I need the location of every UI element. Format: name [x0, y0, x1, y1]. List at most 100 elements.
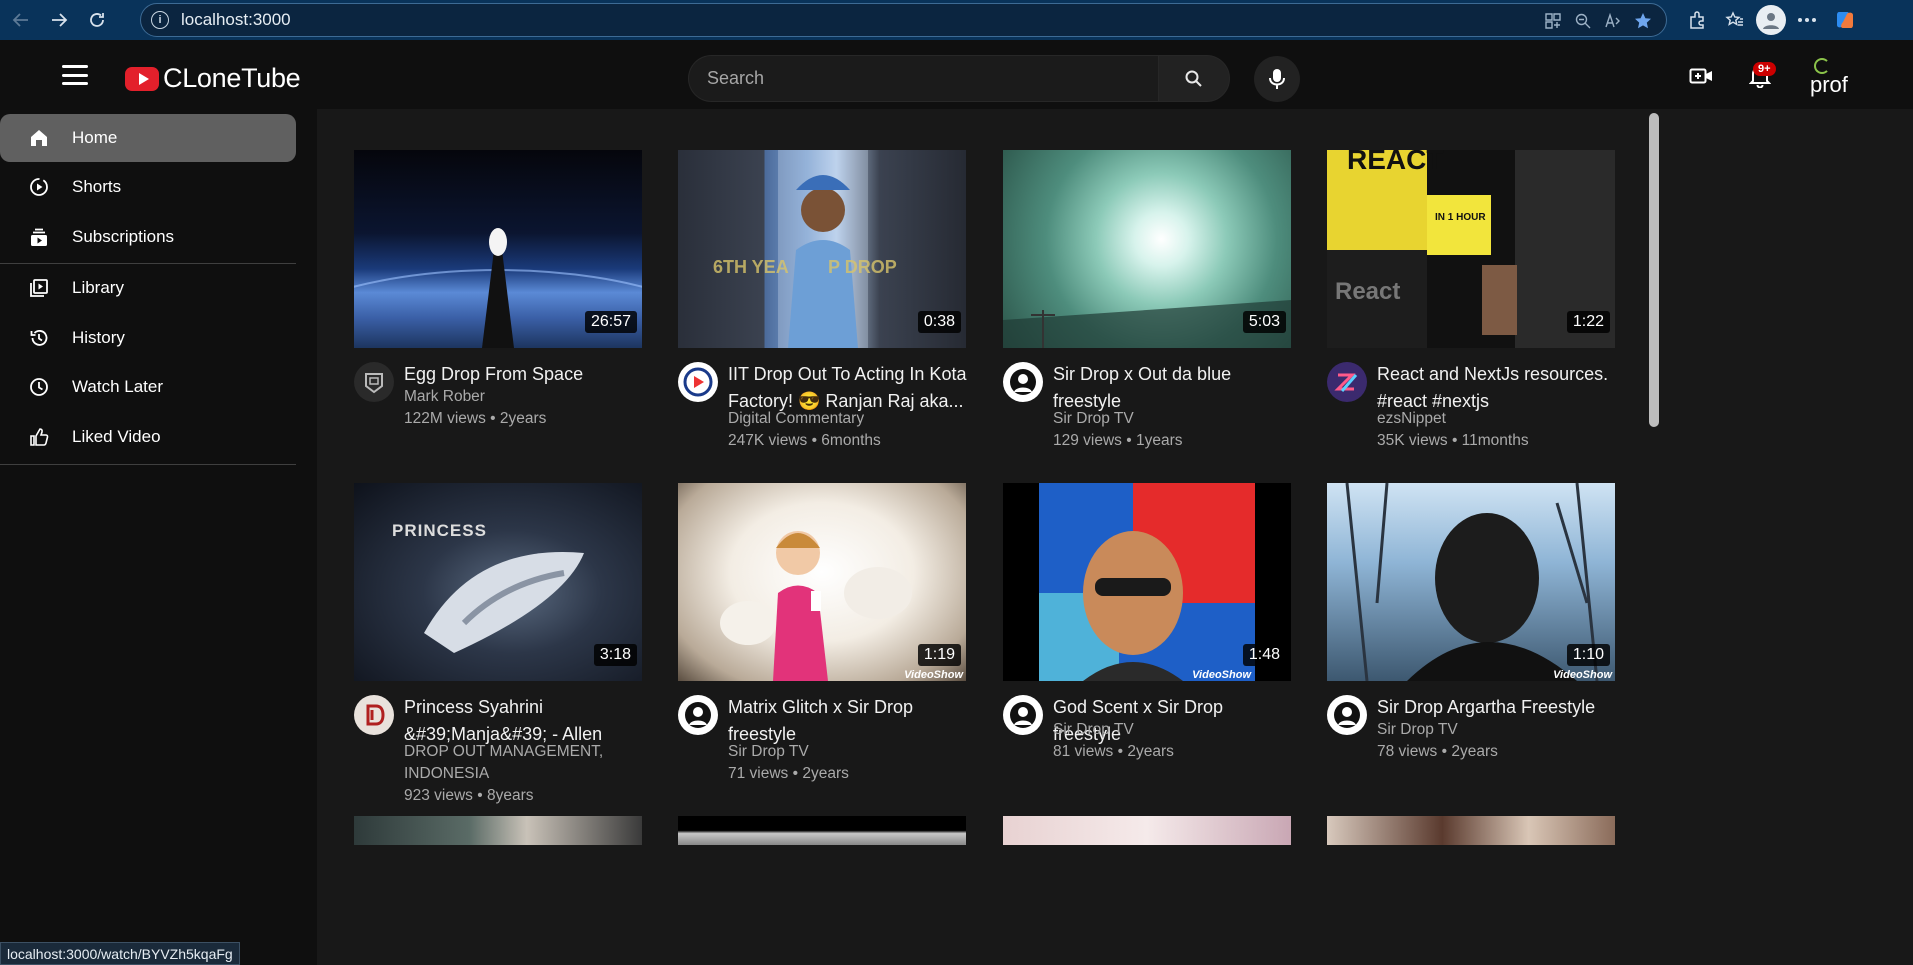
video-thumbnail[interactable]: 1:48 VideoShow [1003, 483, 1291, 681]
channel-name[interactable]: Sir Drop TV [1377, 719, 1617, 741]
channel-name[interactable]: Sir Drop TV [1053, 719, 1293, 741]
video-card[interactable]: PRINCESS 3:18 Princess Syahrini &#39;Man… [354, 483, 642, 804]
video-card[interactable]: 6TH YEA P DROP 0:38 IIT Drop Out To Acti… [678, 150, 968, 449]
video-card[interactable]: 1:48 VideoShow God Scent x Sir Drop free… [1003, 483, 1291, 771]
voice-search-button[interactable] [1254, 56, 1300, 102]
channel-avatar[interactable] [354, 362, 394, 402]
site-info-icon[interactable]: i [151, 11, 169, 29]
video-thumbnail-partial[interactable] [678, 816, 966, 845]
channel-avatar[interactable] [354, 695, 394, 735]
video-title[interactable]: Matrix Glitch x Sir Drop freestyle [728, 694, 970, 748]
sidebar-item-watch-later[interactable]: Watch Later [0, 363, 296, 411]
sidebar-item-label: Watch Later [72, 377, 164, 396]
channel-name[interactable]: Sir Drop TV [1053, 408, 1293, 430]
video-duration: 1:22 [1566, 311, 1610, 333]
thumbnail-caption: IN 1 HOUR [1435, 212, 1486, 223]
video-card[interactable]: 5:03 Sir Drop x Out da blue freestyle Si… [1003, 150, 1293, 449]
app-header: CLoneTube [0, 40, 1913, 109]
video-title[interactable]: Sir Drop Argartha Freestyle [1377, 694, 1619, 721]
extensions-icon[interactable] [1680, 3, 1714, 37]
video-thumbnail[interactable]: 26:57 [354, 150, 642, 348]
video-thumbnail-partial[interactable] [354, 816, 642, 845]
back-icon[interactable] [4, 3, 38, 37]
channel-avatar[interactable] [1003, 362, 1043, 402]
copilot-icon[interactable] [1828, 3, 1862, 37]
video-stats: 81 views • 2years [1053, 743, 1174, 760]
video-thumbnail-partial[interactable] [1003, 816, 1291, 845]
sidebar-item-home[interactable]: Home [0, 114, 296, 162]
sidebar-item-liked-video[interactable]: Liked Video [0, 413, 296, 461]
thumbnail-caption: 6TH YEA P DROP [713, 257, 897, 277]
video-stats: 923 views • 8years [404, 787, 534, 804]
play-logo-icon [125, 66, 159, 91]
video-stats: 122M views • 2years [404, 410, 547, 427]
channel-name[interactable]: Sir Drop TV [728, 741, 968, 763]
video-thumbnail[interactable]: PRINCESS 3:18 [354, 483, 642, 681]
read-aloud-icon[interactable] [1600, 8, 1626, 34]
video-title[interactable]: IIT Drop Out To Acting In Kota Factory! … [728, 361, 970, 415]
video-duration: 26:57 [584, 311, 637, 333]
subscriptions-icon [28, 226, 50, 248]
link-status-bar: localhost:3000/watch/BYVZh5kqaFg [0, 942, 240, 965]
favorite-star-icon[interactable] [1630, 8, 1656, 34]
video-card[interactable]: 1:19 VideoShow Matrix Glitch x Sir Drop … [678, 483, 968, 782]
video-thumbnail[interactable]: 1:19 VideoShow [678, 483, 966, 681]
video-thumbnail[interactable]: 5:03 [1003, 150, 1291, 348]
channel-avatar[interactable] [678, 362, 718, 402]
video-title[interactable]: Sir Drop x Out da blue freestyle [1053, 361, 1295, 415]
hamburger-menu-icon[interactable] [62, 65, 88, 85]
logo[interactable]: CLoneTube [125, 63, 301, 94]
video-duration: 3:18 [593, 644, 637, 666]
profile-avatar[interactable]: prof [1806, 56, 1850, 100]
sidebar-item-library[interactable]: Library [0, 264, 296, 312]
refresh-icon[interactable] [80, 3, 114, 37]
url-text[interactable]: localhost:3000 [181, 10, 291, 30]
video-thumbnail[interactable]: 6TH YEA P DROP 0:38 [678, 150, 966, 348]
sidebar: Home Shorts Subscriptions Library Histor… [0, 109, 317, 965]
search-button[interactable] [1158, 55, 1230, 102]
video-stats: 78 views • 2years [1377, 743, 1498, 760]
thumbnail-watermark: VideoShow [1553, 669, 1612, 681]
sidebar-divider [0, 464, 296, 465]
history-icon [28, 327, 50, 349]
video-duration: 0:38 [917, 311, 961, 333]
sidebar-item-subscriptions[interactable]: Subscriptions [0, 213, 296, 261]
video-stats: 35K views • 11months [1377, 432, 1529, 449]
sidebar-item-shorts[interactable]: Shorts [0, 163, 296, 211]
favorites-icon[interactable] [1718, 3, 1752, 37]
channel-name[interactable]: Mark Rober [404, 386, 644, 408]
video-thumbnail-partial[interactable] [1327, 816, 1615, 845]
browser-profile-icon[interactable] [1756, 5, 1786, 35]
browser-toolbar: i localhost:3000 [0, 0, 1913, 40]
thumbnail-caption: React [1335, 278, 1401, 305]
channel-avatar[interactable] [1327, 362, 1367, 402]
app-available-icon[interactable] [1540, 8, 1566, 34]
search-bar [688, 55, 1230, 102]
channel-name[interactable]: Digital Commentary [728, 408, 968, 430]
search-icon [1185, 70, 1202, 87]
search-input[interactable] [688, 55, 1158, 102]
scrollbar-thumb[interactable] [1649, 113, 1659, 427]
sidebar-item-history[interactable]: History [0, 314, 296, 362]
video-title[interactable]: Egg Drop From Space [404, 361, 646, 388]
channel-name[interactable]: DROP OUT MANAGEMENT, INDONESIA [404, 741, 644, 785]
video-card[interactable]: 1:10 VideoShow Sir Drop Argartha Freesty… [1327, 483, 1615, 771]
library-icon [28, 277, 50, 299]
video-title[interactable]: React and NextJs resources. #react #next… [1377, 361, 1619, 415]
channel-avatar[interactable] [1327, 695, 1367, 735]
more-options-icon[interactable] [1790, 3, 1824, 37]
zoom-icon[interactable] [1570, 8, 1596, 34]
video-title[interactable]: Princess Syahrini &#39;Manja&#39; - Alle… [404, 694, 646, 748]
channel-avatar[interactable] [678, 695, 718, 735]
forward-icon[interactable] [42, 3, 76, 37]
channel-name[interactable]: ezsNippet [1377, 408, 1617, 430]
channel-avatar[interactable] [1003, 695, 1043, 735]
video-thumbnail[interactable]: 1:10 VideoShow [1327, 483, 1615, 681]
address-bar[interactable]: i localhost:3000 [140, 3, 1667, 37]
video-thumbnail[interactable]: REACT IN 1 HOUR React 1:22 [1327, 150, 1615, 348]
video-card[interactable]: 26:57 Egg Drop From Space Mark Rober 122… [354, 150, 642, 438]
video-duration: 1:48 [1242, 644, 1286, 666]
video-stats: 129 views • 1years [1053, 432, 1183, 449]
video-card[interactable]: REACT IN 1 HOUR React 1:22 React and Nex… [1327, 150, 1617, 449]
create-video-icon[interactable] [1686, 62, 1716, 90]
